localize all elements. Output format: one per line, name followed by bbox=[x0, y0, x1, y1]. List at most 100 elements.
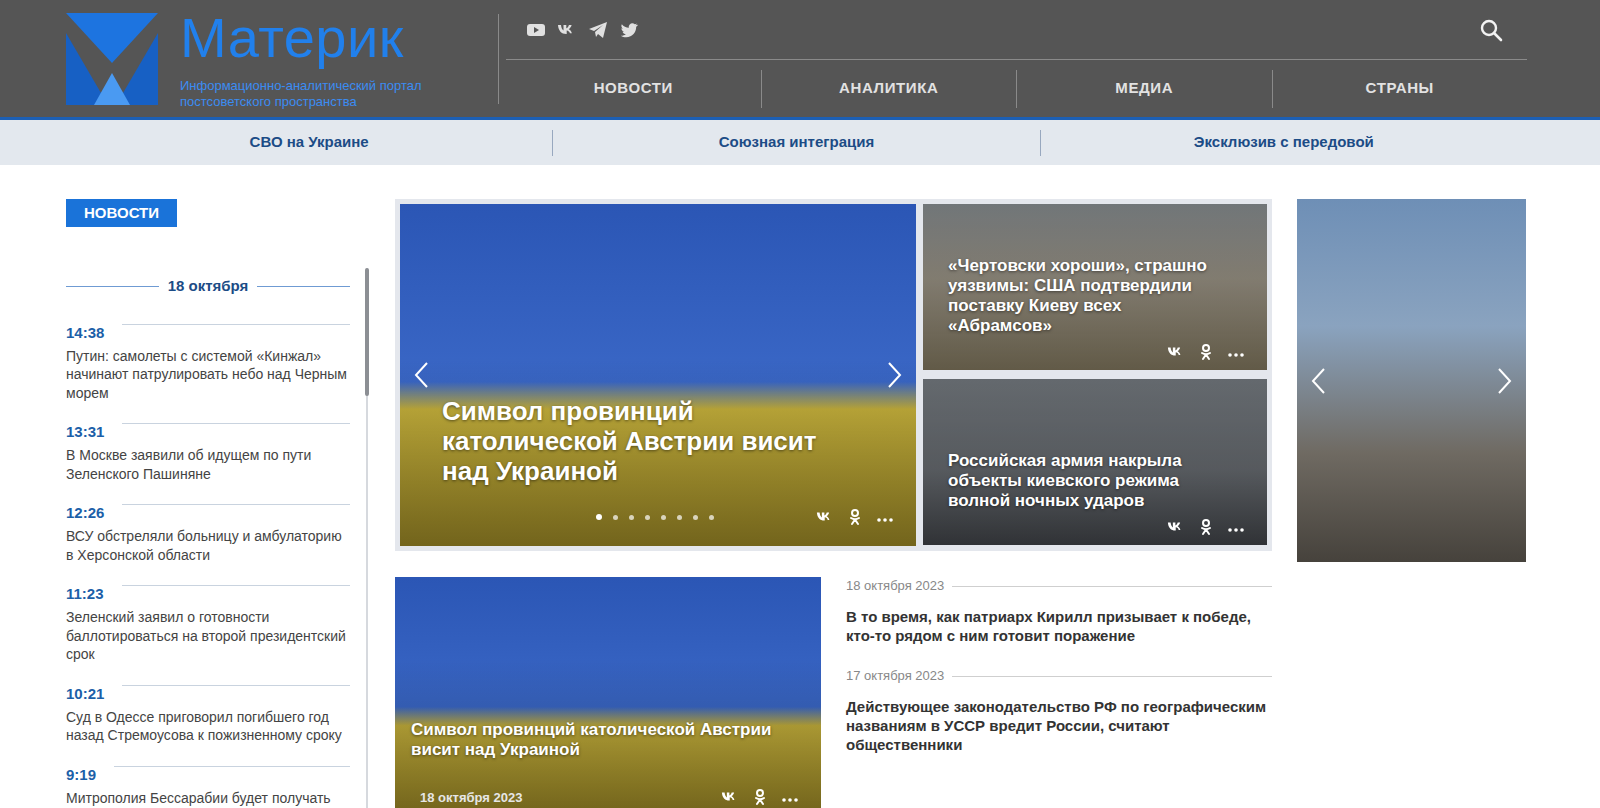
side-story[interactable]: Российская армия накрыла объекты киевско… bbox=[923, 379, 1267, 545]
news-title[interactable]: Суд в Одессе приговорил погибшего год на… bbox=[66, 708, 350, 745]
news-time: 11:23 bbox=[66, 583, 104, 605]
main-nav: НОВОСТИАНАЛИТИКАМЕДИАСТРАНЫ bbox=[506, 60, 1527, 117]
news-item[interactable]: 14:38 Путин: самолеты с системой «Кинжал»… bbox=[66, 322, 350, 403]
news-item[interactable]: 12:26 ВСУ обстреляли больницу и амбулатор… bbox=[66, 502, 350, 564]
scrollbar[interactable] bbox=[365, 268, 369, 808]
scrollbar-thumb[interactable] bbox=[365, 268, 369, 396]
side-story-title[interactable]: Российская армия накрыла объекты киевско… bbox=[923, 451, 1267, 511]
arrow-left-icon[interactable] bbox=[412, 360, 432, 390]
main-content: НОВОСТИ 18 октября 14:38 Путин: самолеты с … bbox=[66, 199, 1527, 808]
library-banner[interactable] bbox=[1297, 199, 1526, 562]
logo-text: МатерикИнформационно-аналитический порта… bbox=[180, 0, 465, 110]
nav-item[interactable]: АНАЛИТИКА bbox=[761, 70, 1017, 108]
news-time-line bbox=[122, 324, 350, 325]
article-list: 18 октября 2023 В то время, как патриарх … bbox=[846, 577, 1272, 808]
youtube-icon[interactable] bbox=[526, 20, 546, 40]
article-title[interactable]: Действующее законодательство РФ по геогр… bbox=[846, 697, 1272, 754]
divider-line bbox=[66, 286, 159, 287]
vk-share-icon[interactable] bbox=[1167, 518, 1185, 536]
news-item[interactable]: 9:19 Митрополия Бессарабии будет получать bbox=[66, 764, 350, 808]
sub-nav-item[interactable]: Союзная интеграция bbox=[552, 130, 1039, 156]
logo-icon[interactable] bbox=[66, 13, 158, 105]
news-item[interactable]: 13:31В Москве заявили об идущем по пути … bbox=[66, 421, 350, 483]
article-title[interactable]: В то время, как патриарх Кирилл призывае… bbox=[846, 607, 1272, 645]
article-date-row: 17 октября 2023 bbox=[846, 667, 1272, 685]
arrow-right-icon[interactable] bbox=[884, 360, 904, 390]
news-title[interactable]: Путин: самолеты с системой «Кинжал» начи… bbox=[66, 347, 350, 403]
news-date: 18 октября bbox=[168, 275, 249, 298]
slide-dot[interactable] bbox=[645, 515, 650, 520]
banner-column bbox=[1297, 199, 1526, 808]
vk-icon[interactable] bbox=[557, 20, 577, 40]
news-title[interactable]: Зеленский заявил о готовности баллотиров… bbox=[66, 608, 350, 664]
slide-dot[interactable] bbox=[693, 515, 698, 520]
search-icon[interactable] bbox=[1479, 18, 1503, 42]
telegram-icon[interactable] bbox=[588, 20, 608, 40]
article-item[interactable]: 18 октября 2023 В то время, как патриарх … bbox=[846, 577, 1272, 645]
divider-line bbox=[257, 286, 350, 287]
news-list: 18 октября 14:38 Путин: самолеты с системо… bbox=[66, 268, 350, 808]
top-stories: Символ провинций католической Австрии ви… bbox=[395, 199, 1272, 551]
nav-item[interactable]: МЕДИА bbox=[1016, 70, 1272, 108]
news-time: 10:21 bbox=[66, 683, 104, 705]
news-title[interactable]: В Москве заявили об идущем по пути Зелен… bbox=[66, 446, 350, 483]
more-dots-icon[interactable] bbox=[781, 788, 799, 806]
slide-title[interactable]: Символ провинций католической Австрии ви… bbox=[400, 396, 916, 486]
main-slide[interactable]: Символ провинций католической Австрии ви… bbox=[400, 204, 916, 546]
more-dots-icon[interactable] bbox=[1227, 518, 1245, 536]
side-story[interactable]: «Чертовски хороши», страшно уязвимы: США… bbox=[923, 204, 1267, 370]
news-time: 12:26 bbox=[66, 502, 104, 524]
article-item[interactable]: 17 октября 2023 Действующее законодательс… bbox=[846, 667, 1272, 754]
nav-item[interactable]: НОВОСТИ bbox=[506, 70, 761, 108]
news-title[interactable]: ВСУ обстреляли больницу и амбулаторию в … bbox=[66, 527, 350, 564]
news-time: 9:19 bbox=[66, 764, 96, 786]
more-dots-icon[interactable] bbox=[876, 508, 894, 526]
news-item[interactable]: 11:23 Зеленский заявил о готовности балло… bbox=[66, 583, 350, 664]
news-badge[interactable]: НОВОСТИ bbox=[66, 199, 177, 227]
slide-dot[interactable] bbox=[661, 515, 666, 520]
news-time-row: 12:26 bbox=[66, 502, 350, 524]
ok-share-icon[interactable] bbox=[846, 508, 864, 526]
vk-share-icon[interactable] bbox=[816, 508, 834, 526]
logo-title[interactable]: Материк bbox=[180, 10, 465, 66]
header-top-row bbox=[506, 0, 1527, 60]
news-item[interactable]: 10:21 Суд в Одессе приговорил погибшего г… bbox=[66, 683, 350, 745]
ok-share-icon[interactable] bbox=[1197, 343, 1215, 361]
slide-dot[interactable] bbox=[709, 515, 714, 520]
slide-dot[interactable] bbox=[596, 514, 602, 520]
feature-date: 18 октября 2023 bbox=[420, 788, 522, 808]
news-feed: 18 октября 14:38 Путин: самолеты с системо… bbox=[66, 268, 369, 808]
site-header: МатерикИнформационно-аналитический порта… bbox=[0, 0, 1600, 120]
more-dots-icon[interactable] bbox=[1227, 343, 1245, 361]
slide-dot[interactable] bbox=[613, 515, 618, 520]
slide-bottom bbox=[400, 504, 916, 530]
article-date-row: 18 октября 2023 bbox=[846, 577, 1272, 595]
logo[interactable]: МатерикИнформационно-аналитический порта… bbox=[66, 0, 498, 117]
arrow-right-icon[interactable] bbox=[1494, 366, 1514, 396]
news-time-line bbox=[122, 504, 350, 505]
share-bar bbox=[816, 508, 894, 526]
feature-title[interactable]: Символ провинций католической Австрии ви… bbox=[395, 720, 821, 760]
vk-share-icon[interactable] bbox=[721, 788, 739, 806]
sub-nav-item[interactable]: Эксклюзив с передовой bbox=[1040, 130, 1527, 156]
ok-share-icon[interactable] bbox=[751, 788, 769, 806]
ok-share-icon[interactable] bbox=[1197, 518, 1215, 536]
slide-dot[interactable] bbox=[677, 515, 682, 520]
arrow-left-icon[interactable] bbox=[1309, 366, 1329, 396]
article-date: 17 октября 2023 bbox=[846, 667, 944, 685]
header-separator bbox=[498, 14, 499, 104]
center-column: Символ провинций католической Австрии ви… bbox=[395, 199, 1272, 808]
news-time: 14:38 bbox=[66, 322, 104, 344]
feature-story[interactable]: Символ провинций католической Австрии ви… bbox=[395, 577, 821, 808]
slide-dot[interactable] bbox=[629, 515, 634, 520]
news-time-row: 11:23 bbox=[66, 583, 350, 605]
nav-item[interactable]: СТРАНЫ bbox=[1272, 70, 1528, 108]
side-story-title[interactable]: «Чертовски хороши», страшно уязвимы: США… bbox=[923, 256, 1267, 336]
news-title[interactable]: Митрополия Бессарабии будет получать bbox=[66, 789, 350, 808]
news-time-line bbox=[114, 766, 350, 767]
vk-share-icon[interactable] bbox=[1167, 343, 1185, 361]
news-time-row: 10:21 bbox=[66, 683, 350, 705]
news-column: НОВОСТИ 18 октября 14:38 Путин: самолеты с … bbox=[66, 199, 369, 808]
twitter-icon[interactable] bbox=[619, 20, 639, 40]
sub-nav-item[interactable]: СВО на Украине bbox=[66, 130, 552, 156]
